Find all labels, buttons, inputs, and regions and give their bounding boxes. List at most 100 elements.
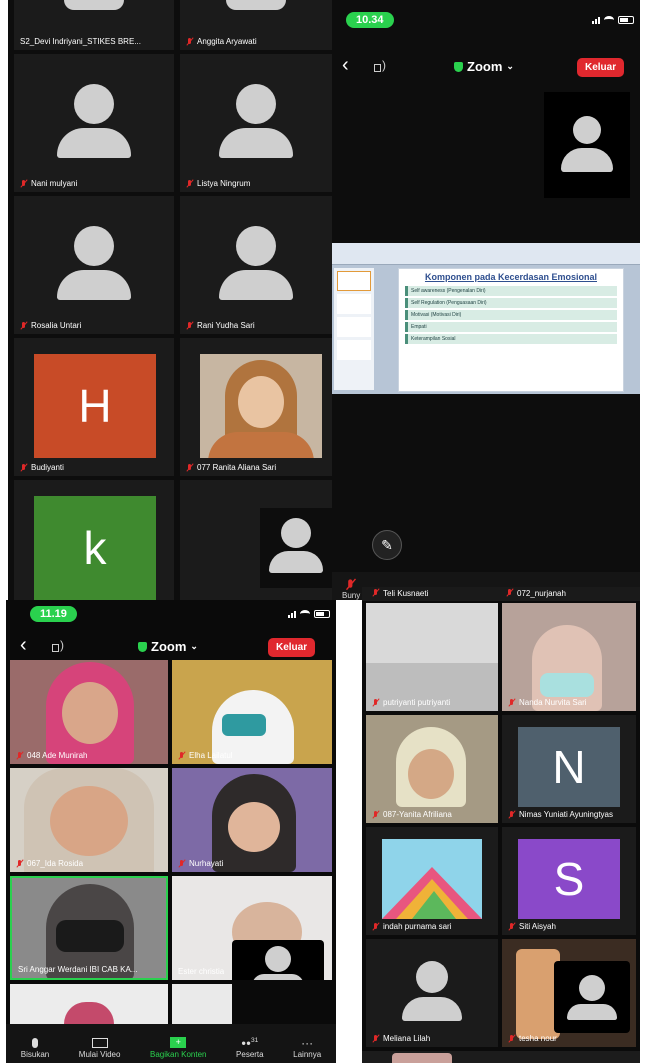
signal-icon xyxy=(592,16,600,24)
self-view[interactable] xyxy=(554,961,630,1033)
share-content-button[interactable]: + Bagikan Konten xyxy=(150,1037,206,1059)
start-video-button[interactable]: Mulai Video xyxy=(79,1038,120,1059)
meeting-panel-2: 10.34 ‹ Zoom ⌄ Keluar Komponen pada Kece… xyxy=(332,0,640,600)
bottom-strip xyxy=(362,1051,640,1063)
self-view[interactable] xyxy=(260,508,332,588)
meeting-panel-3: 11.19 ‹ Zoom ⌄ Keluar 048 Ade Munirah El… xyxy=(6,600,336,1063)
participant-tile[interactable]: tesha nour xyxy=(502,939,636,1047)
mic-muted-icon xyxy=(506,589,514,597)
avatar xyxy=(226,0,286,10)
mute-button[interactable]: Buny xyxy=(342,579,360,600)
participant-name: Budiyanti xyxy=(20,463,64,472)
initial-avatar: H xyxy=(34,354,156,458)
more-icon: ··· xyxy=(301,1036,314,1050)
participant-tile[interactable]: Listya Ningrum xyxy=(180,54,332,192)
participant-name: Nani mulyani xyxy=(20,179,77,188)
participant-tile[interactable]: S Siti Aisyah xyxy=(502,827,636,935)
participant-tile[interactable]: putriyanti putriyanti xyxy=(366,603,498,711)
annotate-button[interactable]: ✎ xyxy=(372,530,402,560)
mic-icon xyxy=(32,1038,38,1048)
shared-screen[interactable]: Komponen pada Kecerdasan Emosional Self … xyxy=(332,243,640,394)
slide-item: Keterampilan Sosial xyxy=(405,334,617,344)
participant-video xyxy=(50,786,128,856)
participant-name: Teli Kusnaeti xyxy=(372,589,428,598)
slide-item: Motivasi (Motivasi Diri) xyxy=(405,310,617,320)
participant-tile[interactable] xyxy=(180,480,332,600)
participant-tile[interactable]: Meliana Lilah xyxy=(366,939,498,1047)
participant-tile[interactable]: Anggita Aryawati xyxy=(180,0,332,50)
meeting-title[interactable]: Zoom ⌄ xyxy=(454,59,514,74)
mic-muted-icon xyxy=(508,1034,516,1043)
participant-tile[interactable]: Rani Yudha Sari xyxy=(180,196,332,334)
top-strip: Teli Kusnaeti 072_nurjanah xyxy=(362,587,640,601)
participant-tile[interactable]: 077 Ranita Aliana Sari xyxy=(180,338,332,476)
mic-muted-icon xyxy=(16,751,24,760)
participant-tile[interactable]: H Budiyanti xyxy=(14,338,174,476)
participant-tile[interactable]: Nurhayati xyxy=(172,768,332,872)
mic-muted-icon xyxy=(372,922,380,931)
mic-muted-icon xyxy=(186,321,194,330)
back-icon[interactable]: ‹ xyxy=(342,54,349,77)
shield-icon xyxy=(138,641,147,652)
participants-icon: ●●31 xyxy=(241,1037,259,1048)
mic-muted-icon xyxy=(186,463,194,472)
participant-tile[interactable]: 048 Ade Munirah xyxy=(10,660,168,764)
participant-name: Nanda Nurvita Sari xyxy=(508,698,587,707)
participant-video xyxy=(62,682,118,744)
participant-tile[interactable]: Elha Lailatul xyxy=(172,660,332,764)
participant-tile[interactable]: S2_Devi Indriyani_STIKES BRE... xyxy=(14,0,174,50)
participants-button[interactable]: ●●31 Peserta xyxy=(236,1037,264,1059)
slide-thumbnails xyxy=(334,268,374,390)
participant-video xyxy=(408,749,454,799)
speaker-icon[interactable] xyxy=(52,638,68,653)
self-view[interactable] xyxy=(544,92,630,198)
participant-tile[interactable]: Rosalia Untari xyxy=(14,196,174,334)
participant-name: 067_Ida Rosida xyxy=(16,859,83,868)
participant-video xyxy=(56,920,124,952)
participant-tile[interactable] xyxy=(172,984,232,1024)
share-icon: + xyxy=(170,1037,187,1048)
mic-muted-icon xyxy=(346,579,357,590)
participant-tile[interactable]: Nanda Nurvita Sari xyxy=(502,603,636,711)
participant-tile[interactable]: Nani mulyani xyxy=(14,54,174,192)
self-view[interactable] xyxy=(232,940,324,980)
participant-video xyxy=(222,714,266,736)
participant-tile[interactable]: indah purnama sari xyxy=(366,827,498,935)
participant-tile-active[interactable]: Sri Anggar Werdani IBI CAB KA... xyxy=(10,876,168,980)
wifi-icon xyxy=(604,16,614,24)
participant-name: Rani Yudha Sari xyxy=(186,321,255,330)
meeting-title[interactable]: Zoom ⌄ xyxy=(138,639,198,654)
mic-muted-icon xyxy=(20,179,28,188)
participant-name: Rosalia Untari xyxy=(20,321,81,330)
participant-photo xyxy=(200,354,322,458)
initial-avatar: N xyxy=(518,727,620,807)
wifi-icon xyxy=(300,610,310,618)
back-icon[interactable]: ‹ xyxy=(20,634,27,657)
slide-item: Self Regulation (Penguasaan Diri) xyxy=(405,298,617,308)
status-time: 11.19 xyxy=(30,606,77,622)
mic-muted-icon xyxy=(372,698,380,707)
participant-name: 077 Ranita Aliana Sari xyxy=(186,463,276,472)
participant-tile[interactable] xyxy=(10,984,168,1024)
leave-button[interactable]: Keluar xyxy=(577,58,625,77)
slide-item: Self awareness (Pengenalan Diri) xyxy=(405,286,617,296)
participant-name: Nurhayati xyxy=(178,859,223,868)
participant-tile[interactable]: 087-Yanita Afriliana xyxy=(366,715,498,823)
avatar xyxy=(269,518,323,574)
mute-button[interactable]: Bisukan xyxy=(21,1038,49,1059)
participant-tile[interactable]: 067_Ida Rosida xyxy=(10,768,168,872)
slide-title: Komponen pada Kecerdasan Emosional xyxy=(424,272,598,282)
participant-name: Nimas Yuniati Ayuningtyas xyxy=(508,810,613,819)
ppt-ribbon xyxy=(332,243,640,265)
initial-avatar: k xyxy=(34,496,156,600)
battery-icon xyxy=(618,16,634,24)
participant-tile[interactable]: N Nimas Yuniati Ayuningtyas xyxy=(502,715,636,823)
mic-muted-icon xyxy=(372,810,380,819)
participant-tile[interactable]: Ester christia xyxy=(172,876,332,980)
participant-tile[interactable]: k xyxy=(14,480,174,600)
avatar xyxy=(561,116,613,172)
leave-button[interactable]: Keluar xyxy=(268,638,316,657)
more-button[interactable]: ··· Lainnya xyxy=(293,1036,321,1059)
gallery-panel-1: S2_Devi Indriyani_STIKES BRE... Anggita … xyxy=(8,0,332,600)
speaker-icon[interactable] xyxy=(374,58,390,73)
